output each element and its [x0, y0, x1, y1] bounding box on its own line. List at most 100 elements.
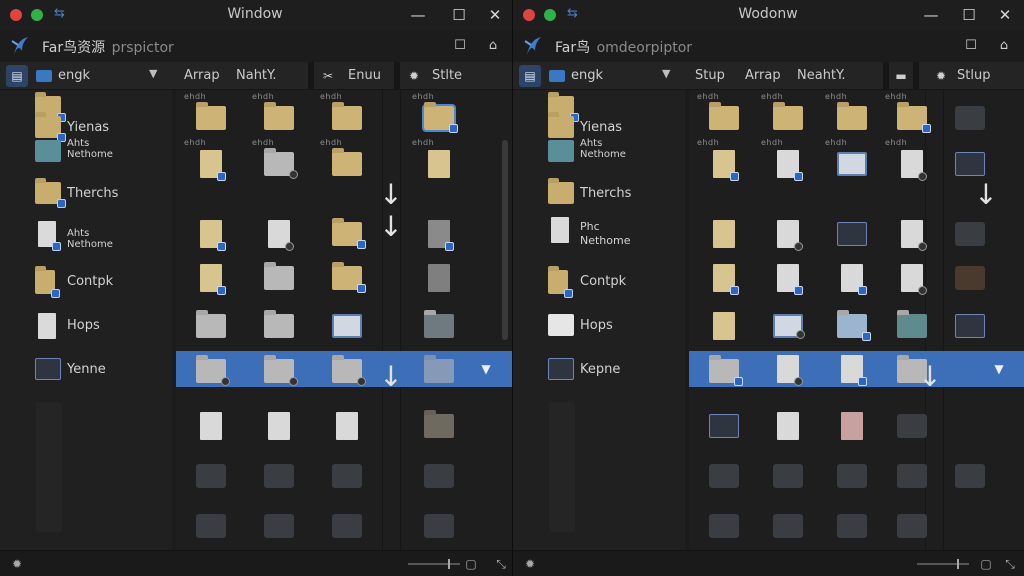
sidebar-item[interactable]: Hops — [513, 310, 685, 346]
file-item[interactable]: ehdh — [252, 92, 302, 136]
file-item[interactable] — [885, 400, 935, 444]
file-item[interactable] — [761, 252, 811, 296]
tab[interactable]: Enuu — [348, 62, 381, 90]
tab[interactable]: Arrap — [745, 62, 781, 90]
tab[interactable]: Stlte — [432, 62, 462, 90]
file-item[interactable]: ehdh — [885, 138, 935, 182]
sidebar-item[interactable]: Contpk — [0, 266, 172, 302]
sidebar-item[interactable]: Yenne — [0, 354, 172, 390]
file-item[interactable] — [697, 252, 747, 296]
file-item[interactable] — [412, 400, 462, 444]
resize-icon[interactable]: ⤡ — [492, 555, 510, 573]
sidebar-item[interactable]: Ahts Nethome — [0, 136, 172, 172]
window-layout-icon[interactable]: ⇆ — [567, 6, 583, 22]
file-item[interactable]: ehdh — [825, 92, 875, 136]
file-item[interactable] — [885, 300, 935, 344]
file-item[interactable] — [697, 400, 747, 444]
file-item[interactable] — [761, 400, 811, 444]
tab[interactable]: NahtY. — [236, 62, 276, 90]
file-item[interactable]: ehdh — [761, 92, 811, 136]
file-item[interactable] — [825, 300, 875, 344]
file-item[interactable] — [320, 252, 370, 296]
selected-row[interactable]: ▼ — [176, 351, 512, 387]
close-traffic-light[interactable] — [523, 9, 535, 21]
minimize-icon[interactable]: — — [921, 5, 941, 25]
tab[interactable]: Stup — [695, 62, 725, 90]
file-item[interactable]: ehdh — [885, 92, 935, 136]
sidebar-item[interactable]: Kepne — [513, 354, 685, 390]
file-item[interactable] — [943, 138, 993, 182]
file-item[interactable] — [825, 500, 875, 544]
file-item[interactable]: ehdh — [412, 92, 462, 136]
file-item[interactable] — [697, 450, 747, 494]
file-item[interactable] — [825, 450, 875, 494]
file-item[interactable] — [885, 500, 935, 544]
file-item[interactable]: ehdh — [697, 138, 747, 182]
file-item[interactable] — [761, 500, 811, 544]
file-item[interactable] — [184, 400, 234, 444]
sidebar-item[interactable]: Therchs — [513, 178, 685, 214]
file-item[interactable] — [252, 450, 302, 494]
file-item[interactable] — [320, 208, 370, 252]
file-item[interactable] — [320, 400, 370, 444]
file-item[interactable] — [943, 252, 993, 296]
file-item[interactable] — [184, 300, 234, 344]
cut-icon[interactable]: ✂ — [318, 62, 338, 90]
file-item[interactable]: ehdh — [761, 138, 811, 182]
close-icon[interactable]: ✕ — [485, 5, 505, 25]
file-item[interactable] — [761, 450, 811, 494]
selected-row[interactable]: ▼ — [689, 351, 1024, 387]
tab[interactable]: Stlup — [957, 62, 990, 90]
file-item[interactable] — [412, 500, 462, 544]
maximize-icon[interactable]: ☐ — [449, 5, 469, 25]
file-item[interactable] — [943, 300, 993, 344]
sidebar-item[interactable]: Phc Nethome — [513, 214, 685, 250]
chevron-down-icon[interactable]: ▼ — [476, 359, 496, 379]
file-item[interactable] — [320, 500, 370, 544]
maximize-traffic-light[interactable] — [31, 9, 43, 21]
file-item[interactable] — [412, 300, 462, 344]
sidebar-header[interactable]: ▤ engk ▼ — [0, 62, 172, 90]
close-traffic-light[interactable] — [10, 9, 22, 21]
panel-icon[interactable]: ▬ — [891, 62, 911, 90]
trash-icon[interactable]: ⌂ — [483, 36, 503, 56]
file-item[interactable] — [252, 252, 302, 296]
minimize-icon[interactable]: — — [408, 5, 428, 25]
file-item[interactable] — [184, 208, 234, 252]
file-item[interactable] — [412, 208, 462, 252]
panel-icon[interactable]: ▢ — [977, 555, 995, 573]
sidebar-item[interactable]: Ahts Nethome — [0, 218, 172, 254]
tab[interactable]: NeahtY. — [797, 62, 845, 90]
file-item[interactable] — [943, 450, 993, 494]
gear-icon[interactable]: ✹ — [931, 62, 951, 90]
file-item[interactable] — [943, 92, 993, 136]
zoom-slider[interactable] — [408, 559, 460, 569]
file-item[interactable]: ehdh — [320, 138, 370, 182]
file-item[interactable] — [825, 252, 875, 296]
zoom-slider[interactable] — [917, 559, 969, 569]
file-item[interactable] — [184, 252, 234, 296]
sidebar-item[interactable]: Therchs — [0, 178, 172, 214]
trash-icon[interactable]: ⌂ — [994, 36, 1014, 56]
sidebar-item[interactable]: Ahts Nethome — [513, 136, 685, 172]
vertical-scrollbar[interactable] — [502, 140, 508, 340]
file-item[interactable]: ehdh — [697, 92, 747, 136]
file-item[interactable] — [184, 500, 234, 544]
file-item[interactable] — [943, 208, 993, 252]
file-item[interactable] — [885, 208, 935, 252]
file-item[interactable] — [184, 450, 234, 494]
file-item[interactable] — [761, 300, 811, 344]
gear-icon[interactable]: ✹ — [404, 62, 424, 90]
close-icon[interactable]: ✕ — [995, 5, 1015, 25]
resize-icon[interactable]: ⤡ — [1001, 555, 1019, 573]
settings-icon[interactable]: ✹ — [8, 555, 26, 573]
file-item[interactable]: ehdh — [825, 138, 875, 182]
file-item[interactable] — [885, 450, 935, 494]
file-item[interactable]: ehdh — [184, 138, 234, 182]
new-window-icon[interactable]: ☐ — [450, 36, 470, 56]
maximize-traffic-light[interactable] — [544, 9, 556, 21]
chevron-down-icon[interactable]: ▼ — [662, 67, 670, 80]
tab[interactable]: Arrap — [184, 62, 220, 90]
file-item[interactable] — [252, 300, 302, 344]
file-item[interactable] — [320, 450, 370, 494]
